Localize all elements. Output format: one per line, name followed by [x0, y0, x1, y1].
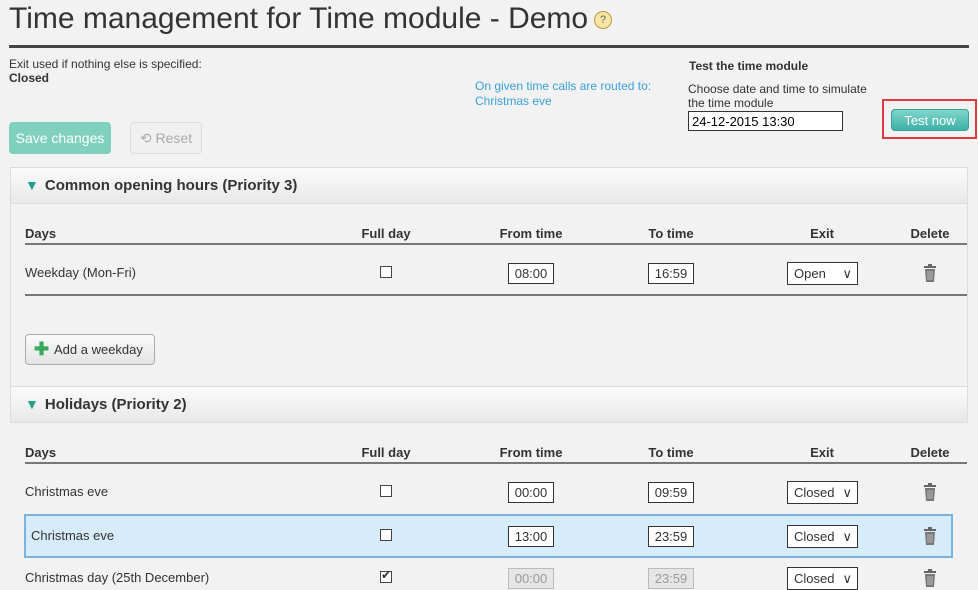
column-header-days: Days: [25, 445, 57, 460]
section-common-hours-header[interactable]: ▼ Common opening hours (Priority 3): [10, 167, 968, 204]
table-bottom-divider: [25, 294, 967, 296]
exit-select[interactable]: Open ∨: [787, 262, 858, 285]
exit-value: Closed: [794, 571, 835, 586]
title-divider: [9, 45, 969, 48]
header-divider: [25, 243, 967, 245]
default-exit-label: Exit used if nothing else is specified:: [9, 57, 202, 71]
exit-value: Closed: [794, 529, 835, 544]
row-day: Christmas eve: [25, 484, 109, 499]
datetime-input[interactable]: [688, 111, 843, 131]
exit-select[interactable]: Closed ∨: [787, 567, 858, 590]
column-header-from: From time: [499, 226, 563, 241]
section-title: Holidays (Priority 2): [44, 396, 187, 413]
trash-icon[interactable]: [923, 569, 937, 590]
chevron-down-icon: ∨: [842, 571, 852, 586]
exit-select[interactable]: Closed ∨: [787, 525, 858, 548]
full-day-checkbox[interactable]: [380, 485, 392, 497]
column-header-days: Days: [25, 226, 57, 241]
exit-value: Open: [794, 266, 826, 281]
trash-icon[interactable]: [923, 264, 937, 285]
to-time-input[interactable]: 23:59: [648, 568, 694, 589]
chevron-down-icon: ∨: [842, 266, 852, 281]
add-weekday-label: Add a weekday: [54, 342, 143, 357]
full-day-checkbox[interactable]: ✔: [380, 568, 392, 583]
from-time-input[interactable]: 08:00: [508, 263, 554, 284]
column-header-del: Delete: [910, 226, 950, 241]
from-time-input[interactable]: 00:00: [508, 568, 554, 589]
trash-icon[interactable]: [923, 483, 937, 504]
plus-icon: ✚: [34, 339, 50, 359]
row-day: Christmas eve: [31, 528, 115, 543]
column-header-del: Delete: [910, 445, 950, 460]
add-weekday-button[interactable]: ✚ Add a weekday: [25, 334, 155, 365]
exit-select[interactable]: Closed ∨: [787, 481, 858, 504]
collapse-triangle-icon: ▼: [25, 396, 39, 412]
default-exit-value: Closed: [9, 71, 50, 85]
page-title-text: Time management for Time module - Demo: [9, 2, 589, 35]
column-header-exit: Exit: [810, 226, 834, 241]
reset-label: Reset: [155, 130, 193, 146]
full-day-checkbox[interactable]: [380, 266, 392, 278]
header-divider: [25, 462, 967, 464]
reset-button[interactable]: ⟲ Reset: [130, 122, 202, 154]
to-time-input[interactable]: 09:59: [648, 482, 694, 503]
exit-value: Closed: [794, 485, 835, 500]
column-header-from: From time: [499, 445, 563, 460]
to-time-input[interactable]: 16:59: [648, 263, 694, 284]
column-header-full: Full day: [361, 445, 411, 460]
chevron-down-icon: ∨: [842, 485, 852, 500]
test-desc-1: Choose date and time to simulate: [688, 82, 867, 96]
test-desc-2: the time module: [688, 96, 774, 110]
row-day: Christmas day (25th December): [25, 570, 210, 585]
routing-label: On given time calls are routed to:: [475, 79, 652, 93]
test-now-button[interactable]: Test now: [891, 109, 969, 131]
page-title: Time management for Time module - Demo?: [9, 2, 613, 36]
collapse-triangle-icon: ▼: [25, 177, 39, 193]
save-changes-button[interactable]: Save changes: [9, 122, 111, 154]
column-header-to: To time: [648, 445, 694, 460]
routing-value[interactable]: Christmas eve: [475, 94, 552, 108]
help-icon[interactable]: ?: [594, 11, 613, 30]
from-time-input[interactable]: 13:00: [508, 526, 554, 547]
section-holidays-header[interactable]: ▼ Holidays (Priority 2): [10, 386, 968, 423]
column-header-exit: Exit: [810, 445, 834, 460]
reset-icon: ⟲: [139, 130, 152, 146]
section-title: Common opening hours (Priority 3): [44, 177, 298, 194]
from-time-input[interactable]: 00:00: [508, 482, 554, 503]
row-day: Weekday (Mon-Fri): [25, 265, 137, 280]
column-header-full: Full day: [361, 226, 411, 241]
test-heading: Test the time module: [689, 59, 809, 73]
column-header-to: To time: [648, 226, 694, 241]
to-time-input[interactable]: 23:59: [648, 526, 694, 547]
full-day-checkbox[interactable]: [380, 529, 392, 541]
trash-icon[interactable]: [923, 527, 937, 548]
chevron-down-icon: ∨: [842, 529, 852, 544]
